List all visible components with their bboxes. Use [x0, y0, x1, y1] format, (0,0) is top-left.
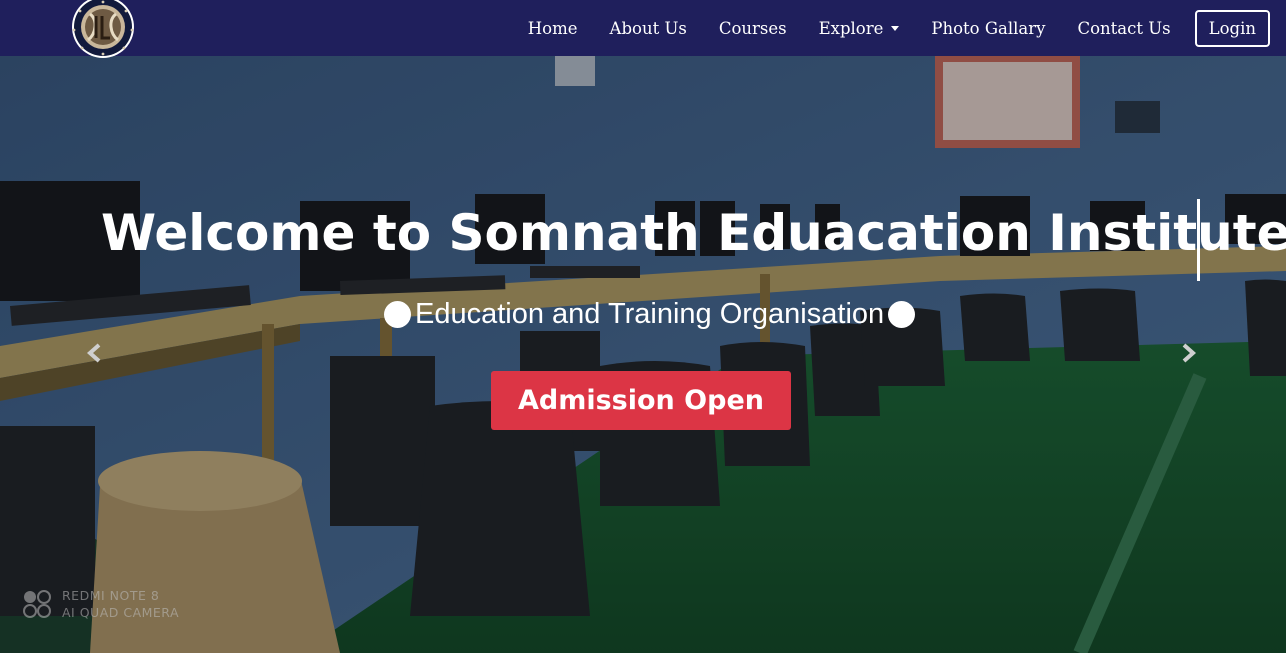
hero-title: Welcome to Somnath Eduacation Institute — [101, 204, 1286, 262]
watermark-line-1: REDMI NOTE 8 — [62, 588, 160, 603]
institute-logo[interactable] — [68, 0, 138, 58]
hero-dark-overlay — [0, 56, 1286, 653]
bullet-right-icon — [888, 300, 916, 328]
nav-contact-us-label: Contact Us — [1077, 18, 1171, 38]
login-button[interactable]: Login — [1194, 9, 1270, 47]
chevron-left-icon[interactable] — [83, 341, 107, 365]
nav-photo-gallery-label: Photo Gallary — [931, 18, 1046, 38]
watermark-line-2: AI QUAD CAMERA — [62, 605, 180, 620]
main-nav: Home About Us Courses Explore Photo Gall… — [496, 0, 1270, 56]
nav-courses-label: Courses — [718, 18, 787, 38]
nav-home-label: Home — [527, 18, 578, 38]
hero-subtitle-text: Education and Training Organisation — [415, 297, 885, 330]
nav-explore-label: Explore — [818, 18, 884, 38]
camera-lens-icon — [23, 590, 51, 618]
nav-courses[interactable]: Courses — [719, 19, 787, 38]
nav-about-us-label: About Us — [609, 18, 687, 38]
nav-about-us[interactable]: About Us — [610, 19, 687, 38]
admission-open-button[interactable]: Admission Open — [491, 371, 791, 430]
camera-watermark: REDMI NOTE 8 AI QUAD CAMERA — [22, 587, 179, 621]
hero-subtitle: Education and Training Organisation — [384, 294, 916, 334]
caret-down-icon — [891, 25, 900, 31]
nav-home[interactable]: Home — [528, 19, 578, 38]
nav-photo-gallery[interactable]: Photo Gallary — [931, 19, 1045, 38]
hero-carousel: Welcome to Somnath Eduacation Institute … — [0, 56, 1286, 653]
chevron-right-icon[interactable] — [1176, 341, 1200, 365]
nav-explore-dropdown[interactable]: Explore — [819, 19, 900, 38]
typing-cursor — [1197, 199, 1200, 281]
navbar: Home About Us Courses Explore Photo Gall… — [0, 0, 1286, 58]
bullet-left-icon — [384, 300, 411, 328]
nav-contact-us[interactable]: Contact Us — [1077, 19, 1170, 38]
